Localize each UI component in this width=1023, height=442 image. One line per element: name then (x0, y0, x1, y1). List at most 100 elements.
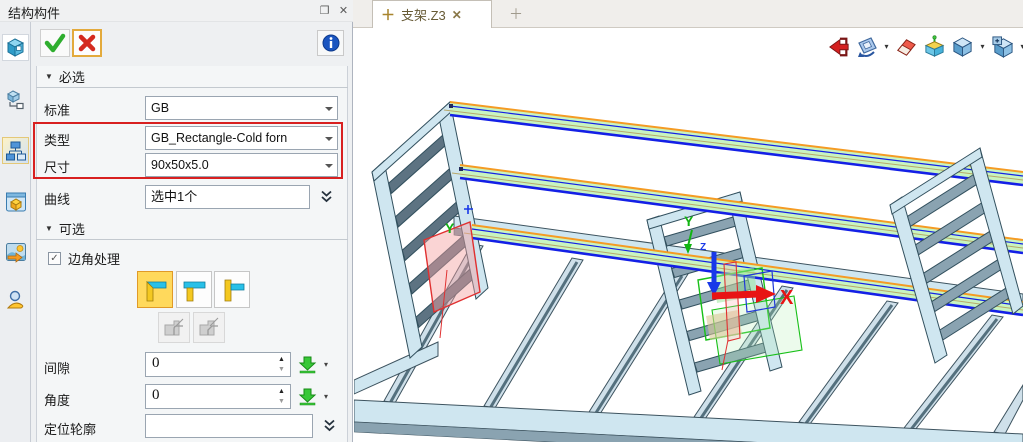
profile-label: 定位轮廓 (44, 419, 96, 438)
gap-field[interactable]: 0 ▲ ▼ (145, 352, 291, 377)
section-required-label: 必选 (59, 67, 85, 86)
tab-plus-icon: ＋ (381, 5, 395, 25)
standard-value: GB (151, 101, 169, 115)
size-combo[interactable]: 90x50x5.0 (145, 153, 338, 177)
view-cube-button[interactable] (950, 34, 975, 59)
chevron-down-icon (325, 107, 333, 111)
green-down-arrow-icon (298, 387, 317, 406)
gap-spinner[interactable]: ▲ ▼ (275, 354, 288, 375)
angle-options-dropdown-icon[interactable]: ▾ (324, 392, 328, 401)
view-orientation-button[interactable] (854, 34, 879, 59)
spinner-up-icon[interactable]: ▲ (278, 356, 285, 363)
profile-field[interactable] (145, 414, 313, 438)
butt-horizontal-corner-icon (181, 277, 207, 303)
curve-label: 曲线 (44, 189, 70, 208)
corner-checkbox-label: 边角处理 (68, 249, 120, 268)
assembly-tree-icon (5, 140, 27, 162)
gap-value: 0 (152, 355, 160, 372)
sidebar-item-wireframe[interactable] (2, 86, 29, 113)
trim-corner-chamfer-icon (197, 316, 221, 340)
corner-style-miter-button[interactable] (137, 271, 173, 308)
view-cube-dropdown-icon[interactable]: ▾ (978, 42, 987, 51)
angle-field[interactable]: 0 ▲ ▼ (145, 384, 291, 409)
spinner-down-icon[interactable]: ▼ (278, 366, 285, 373)
eraser-icon (895, 35, 918, 58)
view-orientation-icon (855, 35, 879, 59)
angle-apply-button[interactable] (297, 386, 318, 407)
document-tabbar: ＋ 支架.Z3 ✕ ＋ (353, 0, 1023, 28)
tab-zhijia[interactable]: ＋ 支架.Z3 ✕ (372, 0, 492, 28)
type-combo[interactable]: GB_Rectangle-Cold forn (145, 126, 338, 150)
corner-trim-button-2[interactable] (193, 312, 225, 343)
new-tab-button[interactable]: ＋ (505, 4, 527, 24)
shape-cube-icon (5, 37, 26, 58)
angle-spinner[interactable]: ▲ ▼ (275, 386, 288, 407)
cancel-x-icon (77, 33, 97, 53)
butt-vertical-corner-icon (219, 277, 245, 303)
render-image-icon (5, 241, 27, 263)
section-view-dropdown-icon[interactable]: ▾ (1018, 42, 1023, 51)
info-icon (322, 34, 340, 52)
3d-viewport-canvas[interactable]: Y Y Z X (354, 28, 1023, 442)
angle-value: 0 (152, 387, 160, 404)
sidebar-item-render-image[interactable] (2, 238, 29, 265)
curve-expand-button[interactable] (315, 185, 338, 207)
sidebar-item-assembly-tree[interactable] (2, 137, 29, 164)
panel-titlebar: 结构构件 ❐ ✕ (0, 0, 353, 22)
angle-label: 角度 (44, 390, 70, 409)
cancel-button[interactable] (72, 29, 102, 57)
ok-button[interactable] (40, 29, 70, 57)
info-button[interactable] (317, 30, 344, 56)
gap-apply-button[interactable] (297, 354, 318, 375)
type-label: 类型 (44, 130, 70, 149)
tab-title: 支架.Z3 (401, 5, 446, 24)
trim-corner-icon (162, 316, 186, 340)
exit-button[interactable] (826, 34, 851, 59)
gap-label: 间隙 (44, 358, 70, 377)
corner-style-horizontal-button[interactable] (176, 271, 212, 308)
corner-checkbox[interactable]: ✓ (48, 252, 61, 265)
view-window-icon (5, 191, 27, 213)
panel-title: 结构构件 (8, 3, 60, 22)
pin-box-button[interactable] (922, 34, 947, 59)
sidebar-item-user-role[interactable] (2, 286, 29, 313)
user-role-icon (5, 289, 27, 311)
structural-member-panel: ▼ 必选 标准 GB 类型 GB_Rectangle-Cold forn 尺寸 … (31, 22, 353, 442)
viewport-toolbar: ▾ (826, 34, 1023, 59)
gap-options-dropdown-icon[interactable]: ▾ (324, 360, 328, 369)
viewport-area[interactable]: Y Y Z X (354, 28, 1023, 442)
type-value: GB_Rectangle-Cold forn (151, 131, 287, 145)
section-optional-label: 可选 (59, 219, 85, 238)
spinner-down-icon[interactable]: ▼ (278, 398, 285, 405)
axis-x-label: X (780, 287, 794, 309)
panel-close-icon[interactable]: ✕ (335, 3, 352, 19)
section-optional[interactable]: ▼ 可选 (36, 218, 348, 240)
axis-y-label-center: Y (684, 213, 694, 229)
pin-box-icon (923, 35, 946, 58)
sidebar-item-shape-cube[interactable] (2, 34, 29, 61)
sidebar-item-view-window[interactable] (2, 188, 29, 215)
standard-combo[interactable]: GB (145, 96, 338, 120)
double-chevron-down-icon (319, 189, 334, 204)
section-view-icon (991, 35, 1014, 58)
curve-value: 选中1个 (151, 189, 197, 204)
profile-expand-button[interactable] (318, 414, 341, 436)
section-view-button[interactable] (990, 34, 1015, 59)
view-cube-icon (951, 35, 974, 58)
section-required[interactable]: ▼ 必选 (36, 66, 348, 88)
corner-style-vertical-button[interactable] (214, 271, 250, 308)
exit-icon (828, 36, 850, 58)
chevron-down-icon (325, 164, 333, 168)
curve-field[interactable]: 选中1个 (145, 185, 310, 209)
size-value: 90x50x5.0 (151, 158, 209, 172)
axis-y-label-left: Y (445, 220, 455, 236)
tab-close-icon[interactable]: ✕ (452, 8, 462, 22)
panel-restore-icon[interactable]: ❐ (316, 3, 333, 19)
eraser-button[interactable] (894, 34, 919, 59)
standard-label: 标准 (44, 100, 70, 119)
collapse-triangle-icon: ▼ (45, 224, 53, 233)
collapse-triangle-icon: ▼ (45, 72, 53, 81)
view-orientation-dropdown-icon[interactable]: ▾ (882, 42, 891, 51)
corner-trim-button-1[interactable] (158, 312, 190, 343)
spinner-up-icon[interactable]: ▲ (278, 388, 285, 395)
